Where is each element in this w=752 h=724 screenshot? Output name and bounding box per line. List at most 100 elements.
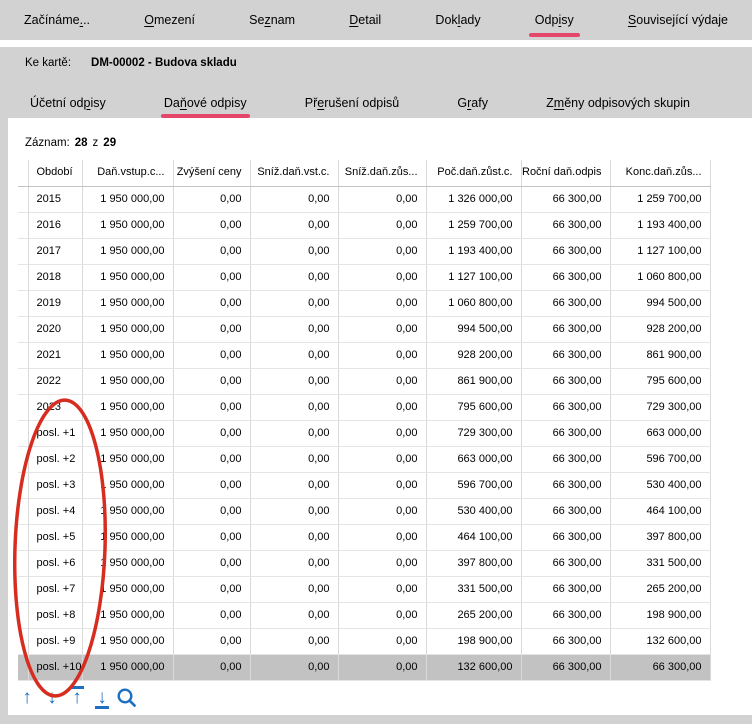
- value-cell: 1 950 000,00: [82, 524, 173, 550]
- table-row[interactable]: posl. +81 950 000,000,000,000,00265 200,…: [18, 602, 710, 628]
- table-row[interactable]: 20231 950 000,000,000,000,00795 600,0066…: [18, 394, 710, 420]
- column-header-1[interactable]: Daň.vstup.c...: [82, 160, 173, 186]
- value-cell: 1 193 400,00: [426, 238, 521, 264]
- table-row[interactable]: 20211 950 000,000,000,000,00928 200,0066…: [18, 342, 710, 368]
- row-marker: [18, 524, 28, 550]
- table-row[interactable]: posl. +31 950 000,000,000,000,00596 700,…: [18, 472, 710, 498]
- value-cell: 132 600,00: [426, 654, 521, 680]
- value-cell: 0,00: [338, 264, 426, 290]
- move-to-last-icon[interactable]: ↓: [91, 685, 113, 710]
- tab-souvisejici-vydaje[interactable]: Související výdaje: [628, 0, 728, 40]
- card-label: Ke kartě:: [25, 57, 71, 69]
- value-cell: 0,00: [173, 654, 250, 680]
- table-row[interactable]: 20151 950 000,000,000,000,001 326 000,00…: [18, 186, 710, 212]
- table-row[interactable]: posl. +11 950 000,000,000,000,00729 300,…: [18, 420, 710, 446]
- value-cell: 0,00: [338, 316, 426, 342]
- value-cell: 1 950 000,00: [82, 238, 173, 264]
- move-up-icon[interactable]: ↑: [16, 685, 38, 710]
- value-cell: 0,00: [338, 602, 426, 628]
- depreciation-subtab-bar: Účetní odpisy Daňové odpisy Přerušení od…: [0, 88, 752, 118]
- column-header-0[interactable]: Období: [28, 160, 82, 186]
- period-cell: 2017: [28, 238, 82, 264]
- value-cell: 1 950 000,00: [82, 654, 173, 680]
- tab-omezeni[interactable]: Omezení: [144, 0, 195, 40]
- row-marker: [18, 446, 28, 472]
- table-row[interactable]: posl. +71 950 000,000,000,000,00331 500,…: [18, 576, 710, 602]
- search-icon[interactable]: [116, 685, 138, 710]
- table-row[interactable]: posl. +41 950 000,000,000,000,00530 400,…: [18, 498, 710, 524]
- row-marker: [18, 602, 28, 628]
- column-header-4[interactable]: Sníž.daň.zůs...: [338, 160, 426, 186]
- value-cell: 0,00: [173, 264, 250, 290]
- table-row[interactable]: posl. +101 950 000,000,000,000,00132 600…: [18, 654, 710, 680]
- table-row[interactable]: 20171 950 000,000,000,000,001 193 400,00…: [18, 238, 710, 264]
- subtab-label: Grafy: [457, 96, 488, 110]
- column-header-6[interactable]: Roční daň.odpis: [521, 160, 610, 186]
- subtab-zmeny-odpisovych-skupin[interactable]: Změny odpisových skupin: [546, 88, 690, 118]
- table-row[interactable]: 20191 950 000,000,000,000,001 060 800,00…: [18, 290, 710, 316]
- value-cell: 66 300,00: [521, 576, 610, 602]
- record-navigation: ↑ ↓ ↑ ↓: [16, 685, 138, 710]
- value-cell: 1 193 400,00: [610, 212, 710, 238]
- period-cell: posl. +7: [28, 576, 82, 602]
- row-marker: [18, 316, 28, 342]
- value-cell: 1 060 800,00: [426, 290, 521, 316]
- row-marker: [18, 368, 28, 394]
- tab-doklady[interactable]: Doklady: [435, 0, 480, 40]
- record-label: Záznam:: [25, 137, 70, 149]
- record-total: 29: [103, 137, 116, 149]
- subtab-preruseni-odpisu[interactable]: Přerušení odpisů: [305, 88, 400, 118]
- table-row[interactable]: posl. +91 950 000,000,000,000,00198 900,…: [18, 628, 710, 654]
- row-marker: [18, 238, 28, 264]
- move-down-icon[interactable]: ↓: [41, 685, 63, 710]
- table-row[interactable]: posl. +61 950 000,000,000,000,00397 800,…: [18, 550, 710, 576]
- row-marker: [18, 186, 28, 212]
- period-cell: 2015: [28, 186, 82, 212]
- row-marker: [18, 264, 28, 290]
- table-row[interactable]: 20221 950 000,000,000,000,00861 900,0066…: [18, 368, 710, 394]
- row-marker: [18, 472, 28, 498]
- table-row[interactable]: 20201 950 000,000,000,000,00994 500,0066…: [18, 316, 710, 342]
- value-cell: 0,00: [250, 654, 338, 680]
- value-cell: 0,00: [250, 472, 338, 498]
- column-header-3[interactable]: Sníž.daň.vst.c.: [250, 160, 338, 186]
- value-cell: 795 600,00: [426, 394, 521, 420]
- value-cell: 530 400,00: [610, 472, 710, 498]
- tab-detail[interactable]: Detail: [349, 0, 381, 40]
- value-cell: 0,00: [250, 212, 338, 238]
- value-cell: 0,00: [338, 290, 426, 316]
- column-header-2[interactable]: Zvýšení ceny: [173, 160, 250, 186]
- tab-seznam[interactable]: Seznam: [249, 0, 295, 40]
- value-cell: 66 300,00: [521, 498, 610, 524]
- table-row[interactable]: posl. +51 950 000,000,000,000,00464 100,…: [18, 524, 710, 550]
- subtab-ucetni-odpisy[interactable]: Účetní odpisy: [30, 88, 106, 118]
- table-row[interactable]: posl. +21 950 000,000,000,000,00663 000,…: [18, 446, 710, 472]
- value-cell: 0,00: [338, 186, 426, 212]
- value-cell: 861 900,00: [426, 368, 521, 394]
- value-cell: 795 600,00: [610, 368, 710, 394]
- card-header-band: Ke kartě: DM-00002 - Budova skladu Účetn…: [0, 47, 752, 118]
- table-row[interactable]: 20161 950 000,000,000,000,001 259 700,00…: [18, 212, 710, 238]
- value-cell: 596 700,00: [426, 472, 521, 498]
- value-cell: 0,00: [173, 498, 250, 524]
- value-cell: 464 100,00: [610, 498, 710, 524]
- value-cell: 0,00: [173, 186, 250, 212]
- value-cell: 1 950 000,00: [82, 420, 173, 446]
- value-cell: 1 950 000,00: [82, 186, 173, 212]
- card-value: DM-00002 - Budova skladu: [91, 57, 237, 69]
- value-cell: 66 300,00: [521, 290, 610, 316]
- value-cell: 994 500,00: [610, 290, 710, 316]
- period-cell: 2016: [28, 212, 82, 238]
- value-cell: 1 127 100,00: [426, 264, 521, 290]
- tab-odpisy[interactable]: Odpisy: [535, 0, 574, 40]
- subtab-danove-odpisy[interactable]: Daňové odpisy: [164, 88, 247, 118]
- value-cell: 0,00: [173, 394, 250, 420]
- subtab-grafy[interactable]: Grafy: [457, 88, 488, 118]
- value-cell: 729 300,00: [610, 394, 710, 420]
- table-row[interactable]: 20181 950 000,000,000,000,001 127 100,00…: [18, 264, 710, 290]
- move-to-first-icon[interactable]: ↑: [66, 685, 88, 710]
- value-cell: 132 600,00: [610, 628, 710, 654]
- column-header-5[interactable]: Poč.daň.zůst.c.: [426, 160, 521, 186]
- tab-zaciname[interactable]: Začínáme...: [24, 0, 90, 40]
- column-header-7[interactable]: Konc.daň.zůs...: [610, 160, 710, 186]
